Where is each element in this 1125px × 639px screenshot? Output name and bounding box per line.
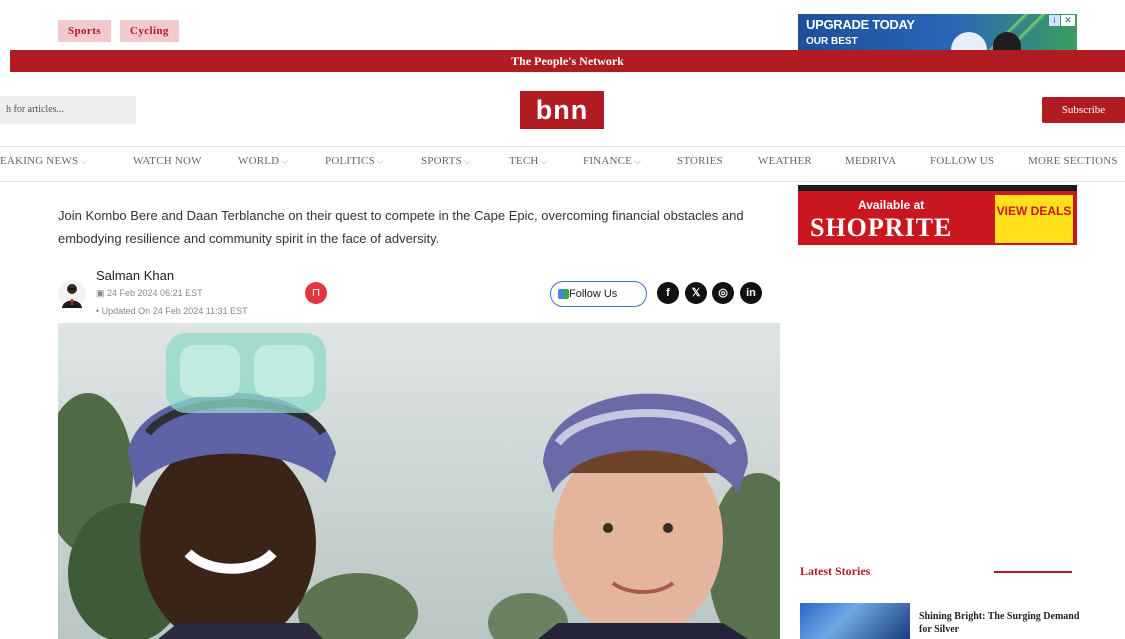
nav-item-watch-now[interactable]: WATCH NOW — [133, 155, 202, 167]
ad-store-name: SHOPRITE — [810, 213, 953, 242]
top-advertisement[interactable]: UPGRADE TODAY OUR BEST i ✕ — [798, 14, 1077, 50]
author-name[interactable]: Salman Khan — [96, 268, 174, 283]
site-logo[interactable]: bnn — [520, 91, 604, 129]
nav-item-world[interactable]: WORLD ⌵ — [238, 155, 288, 167]
google-news-icon — [558, 289, 569, 299]
nav-item-follow-us[interactable]: FOLLOW US — [930, 155, 994, 167]
ad-available-text: Available at — [858, 198, 925, 212]
nav-item-medriva[interactable]: MEDRIVA — [845, 155, 896, 167]
bookmark-icon[interactable]: ⊓ — [305, 282, 327, 304]
subscribe-button[interactable]: Subscribe — [1042, 97, 1125, 123]
nav-item-finance[interactable]: FINANCE ⌵ — [583, 155, 641, 167]
nav-divider-bottom — [0, 181, 1125, 182]
nav-item-politics[interactable]: POLITICS ⌵ — [325, 155, 384, 167]
heading-underline — [994, 571, 1072, 573]
chevron-down-icon: ⌵ — [634, 156, 642, 166]
main-navigation: EAKING NEWS ⌵ WATCH NOW WORLD ⌵ POLITICS ⌵ … — [0, 155, 1125, 177]
article-hero-image — [58, 323, 780, 639]
ad-subline: OUR BEST — [806, 36, 858, 47]
network-banner: The People's Network — [10, 50, 1125, 72]
nav-item-more-sections[interactable]: MORE SECTIONS — [1028, 155, 1118, 167]
search-input[interactable]: h for articles... — [0, 96, 136, 124]
x-icon[interactable]: 𝕏 — [685, 282, 707, 304]
nav-item-weather[interactable]: WEATHER — [758, 155, 812, 167]
category-tags: Sports Cycling — [58, 20, 179, 42]
author-avatar[interactable] — [58, 280, 86, 308]
calendar-icon: ▣ — [96, 288, 108, 298]
chevron-down-icon: ⌵ — [463, 156, 471, 166]
tag-sports[interactable]: Sports — [58, 20, 111, 42]
chevron-down-icon: ⌵ — [376, 156, 384, 166]
article-description: Join Kombo Bere and Daan Terblanche on t… — [58, 208, 744, 246]
ad-headline: UPGRADE TODAY — [806, 17, 915, 32]
ad-close-icon[interactable]: ✕ — [1061, 15, 1075, 26]
chevron-down-icon: ⌵ — [281, 156, 289, 166]
tag-cycling[interactable]: Cycling — [119, 20, 179, 42]
view-deals-button[interactable]: VIEW DEALS — [995, 195, 1073, 243]
nav-item-breaking-news[interactable]: EAKING NEWS ⌵ — [0, 155, 87, 167]
nav-divider-top — [0, 146, 1125, 147]
ad-info-icon[interactable]: i — [1049, 15, 1060, 26]
shoprite-advertisement[interactable]: Available at SHOPRITE VIEW DEALS — [798, 185, 1077, 245]
facebook-icon[interactable]: f — [657, 282, 679, 304]
nav-item-stories[interactable]: STORIES — [677, 155, 723, 167]
latest-stories-heading: Latest Stories — [800, 564, 871, 578]
ad-top-band — [798, 185, 1077, 191]
chevron-down-icon: ⌵ — [540, 156, 548, 166]
nav-item-sports[interactable]: SPORTS ⌵ — [421, 155, 471, 167]
follow-us-button[interactable]: Follow Us — [550, 281, 647, 307]
linkedin-icon[interactable]: in — [740, 282, 762, 304]
chevron-down-icon: ⌵ — [80, 156, 88, 166]
story-thumbnail[interactable] — [800, 603, 910, 639]
whatsapp-icon[interactable]: ◎ — [712, 282, 734, 304]
story-title-link[interactable]: Shining Bright: The Surging Demand for S… — [919, 610, 1084, 636]
publish-date: ▣ 24 Feb 2024 06:21 EST — [96, 288, 203, 298]
updated-date: • Updated On 24 Feb 2024 11:31 EST — [96, 306, 248, 316]
nav-item-tech[interactable]: TECH ⌵ — [509, 155, 548, 167]
